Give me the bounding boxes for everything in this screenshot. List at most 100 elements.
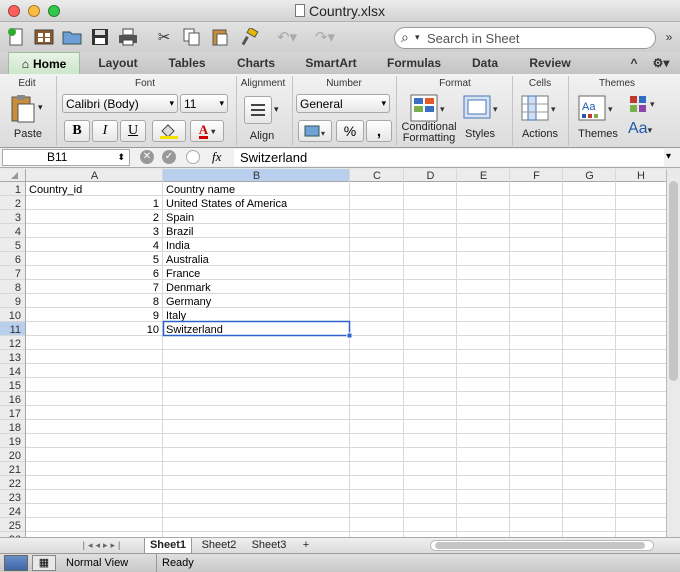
templates-icon[interactable] xyxy=(32,25,56,49)
cell-b3[interactable]: Spain xyxy=(166,212,194,224)
row-header-17[interactable]: 17 xyxy=(9,408,21,420)
styles-icon[interactable]: ▾ xyxy=(462,94,502,122)
row-header-22[interactable]: 22 xyxy=(9,478,21,490)
tab-data[interactable]: Data xyxy=(462,52,508,74)
open-icon[interactable] xyxy=(60,25,84,49)
column-header-h[interactable]: H xyxy=(637,170,645,182)
undo-icon[interactable]: ↶▾ xyxy=(272,25,302,49)
conditional-formatting-icon[interactable]: ▾ xyxy=(410,94,445,122)
row-header-13[interactable]: 13 xyxy=(9,352,21,364)
row-header-3[interactable]: 3 xyxy=(15,212,21,224)
row-header-6[interactable]: 6 xyxy=(15,254,21,266)
expand-formula-icon[interactable]: ▾ xyxy=(666,151,671,162)
toolbar-overflow-icon[interactable]: » xyxy=(660,25,678,49)
row-header-4[interactable]: 4 xyxy=(15,226,21,238)
horizontal-scroll-thumb[interactable] xyxy=(435,542,645,549)
cell-b5[interactable]: India xyxy=(166,240,191,252)
new-icon[interactable] xyxy=(4,25,28,49)
comma-style-button[interactable]: , xyxy=(366,120,392,142)
sheet-tab-sheet1[interactable]: Sheet1 xyxy=(144,538,192,554)
paste-button-icon[interactable] xyxy=(10,94,36,124)
cell-b1[interactable]: Country name xyxy=(166,184,235,196)
column-header-b[interactable]: B xyxy=(253,170,260,182)
cell-a2[interactable]: 1 xyxy=(153,198,159,210)
search-box[interactable]: ⌕ ▾ xyxy=(394,27,656,49)
row-header-1[interactable]: 1 xyxy=(15,184,21,196)
collapse-ribbon-icon[interactable]: ^ xyxy=(626,52,642,74)
formula-builder-icon[interactable] xyxy=(186,150,200,164)
cell-b9[interactable]: Germany xyxy=(166,296,212,308)
column-header-e[interactable]: E xyxy=(480,170,487,182)
font-color-button[interactable]: A ▾ xyxy=(190,120,224,142)
formula-input[interactable]: Switzerland xyxy=(234,149,664,166)
ribbon-settings-icon[interactable]: ⚙▾ xyxy=(648,52,674,74)
cell-b6[interactable]: Australia xyxy=(166,254,210,266)
row-header-7[interactable]: 7 xyxy=(15,268,21,280)
vertical-scrollbar[interactable] xyxy=(666,169,680,537)
cell-a10[interactable]: 9 xyxy=(153,310,159,322)
row-header-21[interactable]: 21 xyxy=(9,464,21,476)
add-sheet-button[interactable]: + xyxy=(296,538,316,554)
tab-tables[interactable]: Tables xyxy=(158,52,216,74)
enter-entry-icon[interactable]: ✓ xyxy=(162,150,176,164)
sheet-navigation-icons[interactable]: |◂◂▸▸| xyxy=(68,538,138,554)
row-header-16[interactable]: 16 xyxy=(9,394,21,406)
tab-smartart[interactable]: SmartArt xyxy=(296,52,366,74)
row-header-19[interactable]: 19 xyxy=(9,436,21,448)
fill-handle[interactable] xyxy=(346,332,353,339)
page-layout-view-icon[interactable]: ▦ xyxy=(32,555,56,571)
cell-a7[interactable]: 6 xyxy=(153,268,159,280)
cell-b8[interactable]: Denmark xyxy=(166,282,211,294)
sheet-tab-sheet3[interactable]: Sheet3 xyxy=(246,538,292,554)
cut-icon[interactable]: ✂ xyxy=(152,25,176,49)
cell-a4[interactable]: 3 xyxy=(153,226,159,238)
align-icon[interactable] xyxy=(244,96,272,124)
column-header-c[interactable]: C xyxy=(373,170,381,182)
row-header-8[interactable]: 8 xyxy=(15,282,21,294)
worksheet-grid[interactable]: A B C D E F G H 1 2 3 4 5 6 7 8 9 10 11 12 13 14 15 16 17 18 19 20 2… xyxy=(0,169,666,537)
row-header-10[interactable]: 10 xyxy=(9,310,21,322)
cell-a3[interactable]: 2 xyxy=(153,212,159,224)
row-header-20[interactable]: 20 xyxy=(9,450,21,462)
font-size-select[interactable]: 11 ▾ xyxy=(180,94,228,113)
paste-dropdown-icon[interactable]: ▾ xyxy=(38,102,43,113)
normal-view-icon[interactable] xyxy=(4,555,28,571)
row-header-12[interactable]: 12 xyxy=(9,338,21,350)
cell-a1[interactable]: Country_id xyxy=(29,184,82,196)
row-header-11[interactable]: 11 xyxy=(10,324,21,336)
tab-formulas[interactable]: Formulas xyxy=(378,52,450,74)
tab-home[interactable]: ⌂ Home xyxy=(8,52,80,74)
cell-a8[interactable]: 7 xyxy=(153,282,159,294)
search-options-icon[interactable]: ▾ xyxy=(415,32,420,43)
row-header-15[interactable]: 15 xyxy=(9,380,21,392)
percent-button[interactable]: % xyxy=(336,120,364,142)
tab-charts[interactable]: Charts xyxy=(228,52,284,74)
cell-actions-icon[interactable]: ▾ xyxy=(520,94,560,122)
align-dropdown-icon[interactable]: ▾ xyxy=(274,104,279,115)
row-header-24[interactable]: 24 xyxy=(9,506,21,518)
row-header-9[interactable]: 9 xyxy=(15,296,21,308)
redo-icon[interactable]: ↷▾ xyxy=(310,25,340,49)
underline-button[interactable]: U xyxy=(120,120,146,142)
column-header-f[interactable]: F xyxy=(533,170,540,182)
horizontal-scrollbar[interactable] xyxy=(430,540,654,551)
format-painter-icon[interactable] xyxy=(238,25,262,49)
function-icon[interactable]: fx xyxy=(212,149,221,165)
copy-icon[interactable] xyxy=(180,25,204,49)
row-header-25[interactable]: 25 xyxy=(9,520,21,532)
column-header-a[interactable]: A xyxy=(91,170,99,182)
cell-a5[interactable]: 4 xyxy=(153,240,159,252)
row-header-18[interactable]: 18 xyxy=(9,422,21,434)
tab-layout[interactable]: Layout xyxy=(90,52,146,74)
theme-colors-icon[interactable]: ▾ xyxy=(628,94,660,114)
row-header-5[interactable]: 5 xyxy=(15,240,21,252)
cell-a9[interactable]: 8 xyxy=(153,296,159,308)
font-name-select[interactable]: Calibri (Body) ▾ xyxy=(62,94,178,113)
currency-format-button[interactable]: ▾ xyxy=(298,120,332,142)
search-input[interactable] xyxy=(427,30,647,46)
cancel-entry-icon[interactable]: ✕ xyxy=(140,150,154,164)
italic-button[interactable]: I xyxy=(92,120,118,142)
sheet-tab-sheet2[interactable]: Sheet2 xyxy=(196,538,242,554)
vertical-scroll-thumb[interactable] xyxy=(669,181,678,381)
column-header-g[interactable]: G xyxy=(585,170,594,182)
